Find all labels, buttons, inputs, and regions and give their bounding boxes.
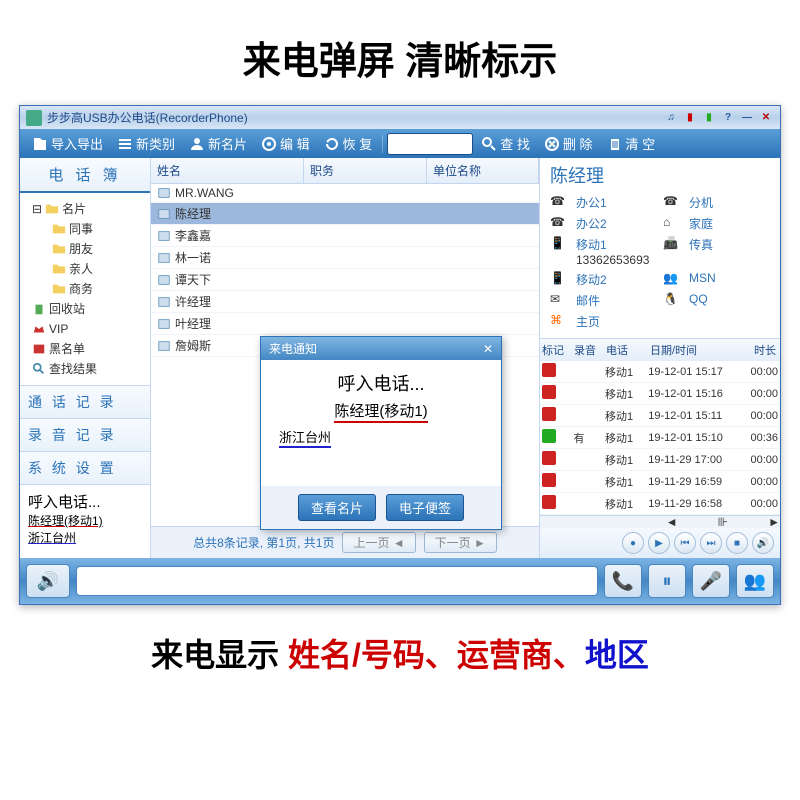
restore-button[interactable]: 恢 复 [318, 132, 379, 155]
minimize-button[interactable]: — [739, 110, 755, 126]
incoming-location: 浙江台州 [28, 529, 142, 546]
contacts-header: 姓名 职务 单位名称 [151, 158, 539, 184]
prev-page-button[interactable]: 上一页 ◄ [342, 532, 415, 553]
contact-name: 陈经理 [540, 158, 780, 192]
contact-row[interactable]: 许经理 [151, 291, 539, 313]
app-icon [26, 110, 42, 126]
log-row[interactable]: 移动119-12-01 15:1100:00 [540, 405, 780, 427]
log-scrollbar[interactable]: ◄⊪► [540, 515, 780, 528]
clear-button[interactable]: 清 空 [601, 132, 662, 155]
call-log-header: 标记 录音 电话 日期/时间 时长 [540, 339, 780, 361]
phone-icon: ☎ [663, 194, 679, 210]
tree-colleague[interactable]: 同事 [24, 219, 146, 239]
help-button[interactable]: ? [720, 110, 736, 126]
call-button[interactable]: 📞 [604, 564, 642, 598]
log-row[interactable]: 移动119-12-01 15:1600:00 [540, 383, 780, 405]
rec-log-tab[interactable]: 录 音 记 录 [20, 419, 150, 452]
popup-title: 来电通知 [269, 340, 317, 357]
mail-icon: ✉ [550, 292, 566, 308]
incoming-call-panel: 呼入电话... 陈经理(移动1) 浙江台州 [20, 485, 150, 552]
contacts-button[interactable]: 👥 [736, 564, 774, 598]
contact-details: ☎办公1 ☎分机 ☎办公2 ⌂家庭 📱移动1 13362653693 📠传真 📱… [540, 192, 780, 339]
search-input[interactable] [387, 133, 473, 155]
log-row[interactable]: 有移动119-12-01 15:1000:36 [540, 427, 780, 449]
tree-search-result[interactable]: 查找结果 [24, 359, 146, 379]
view-card-button[interactable]: 查看名片 [298, 494, 376, 521]
phone-icon: ☎ [550, 194, 566, 210]
call-log-list: 移动119-12-01 15:1700:00移动119-12-01 15:160… [540, 361, 780, 515]
home-icon: ⌂ [663, 215, 679, 231]
qq-icon: 🐧 [663, 292, 679, 308]
incoming-title: 呼入电话... [28, 491, 142, 512]
contact-row[interactable]: 陈经理 [151, 203, 539, 225]
tree-family[interactable]: 亲人 [24, 259, 146, 279]
contact-row[interactable]: MR.WANG [151, 184, 539, 203]
mobile-icon: 📱 [550, 236, 566, 252]
log-row[interactable]: 移动119-12-01 15:1700:00 [540, 361, 780, 383]
next-button[interactable]: ⏭ [700, 532, 722, 554]
indicator-icon: ▮ [682, 110, 698, 126]
phonebook-tab[interactable]: 电 话 簿 [20, 158, 150, 193]
speaker-button[interactable]: 🔊 [26, 564, 70, 598]
mic-button[interactable]: 🎤 [692, 564, 730, 598]
play-button[interactable]: ▶ [648, 532, 670, 554]
msn-icon: 👥 [663, 271, 679, 287]
popup-close-button[interactable]: ✕ [483, 342, 493, 356]
player-bar: ● ▶ ⏮ ⏭ ■ 🔊 [540, 528, 780, 558]
log-row[interactable]: 移动119-11-29 16:5900:00 [540, 471, 780, 493]
category-tree: ⊟名片 同事 朋友 亲人 商务 回收站 VIP 黑名单 查找结果 [20, 193, 150, 385]
contact-row[interactable]: 谭天下 [151, 269, 539, 291]
contact-row[interactable]: 林一诺 [151, 247, 539, 269]
incoming-name: 陈经理(移动1) [28, 512, 142, 529]
search-button[interactable]: 查 找 [475, 132, 536, 155]
tree-business[interactable]: 商务 [24, 279, 146, 299]
window-title: 步步高USB办公电话(RecorderPhone) [47, 109, 248, 126]
delete-button[interactable]: 删 除 [538, 132, 599, 155]
new-category-button[interactable]: 新类别 [111, 132, 181, 155]
next-page-button[interactable]: 下一页 ► [424, 532, 497, 553]
prev-button[interactable]: ⏮ [674, 532, 696, 554]
settings-tab[interactable]: 系 统 设 置 [20, 452, 150, 485]
new-card-button[interactable]: 新名片 [183, 132, 253, 155]
rss-icon: ⌘ [550, 313, 566, 329]
popup-caller: 陈经理(移动1) [334, 400, 427, 423]
fax-icon: 📠 [663, 236, 679, 252]
contact-row[interactable]: 李鑫嘉 [151, 225, 539, 247]
contact-row[interactable]: 叶经理 [151, 313, 539, 335]
tree-namecard[interactable]: ⊟名片 [24, 199, 146, 219]
import-export-button[interactable]: 导入导出 [26, 132, 109, 155]
indicator2-icon: ▮ [701, 110, 717, 126]
bottom-caption: 来电显示 姓名/号码、运营商、地区 [0, 630, 800, 676]
popup-line1: 呼入电话... [271, 370, 491, 396]
mobile-icon: 📱 [550, 271, 566, 287]
tree-blacklist[interactable]: 黑名单 [24, 339, 146, 359]
incoming-call-popup: 来电通知 ✕ 呼入电话... 陈经理(移动1) 浙江台州 查看名片 电子便签 [260, 336, 502, 530]
call-log-tab[interactable]: 通 话 记 录 [20, 386, 150, 419]
music-icon: ♫ [663, 110, 679, 126]
record-button[interactable]: ● [622, 532, 644, 554]
close-button[interactable]: ✕ [758, 110, 774, 126]
popup-location: 浙江台州 [279, 427, 331, 448]
phone-icon: ☎ [550, 215, 566, 231]
edit-button[interactable]: 编 辑 [255, 132, 316, 155]
volume-button[interactable]: 🔊 [752, 532, 774, 554]
stop-button[interactable]: ■ [726, 532, 748, 554]
log-row[interactable]: 移动119-11-29 17:0000:00 [540, 449, 780, 471]
tree-friend[interactable]: 朋友 [24, 239, 146, 259]
tree-recycle[interactable]: 回收站 [24, 299, 146, 319]
pagination-summary: 总共8条记录, 第1页, 共1页 [193, 534, 334, 551]
e-note-button[interactable]: 电子便签 [386, 494, 464, 521]
hold-button[interactable]: ⏸ [648, 564, 686, 598]
dial-input[interactable] [76, 566, 598, 596]
tree-vip[interactable]: VIP [24, 319, 146, 339]
log-row[interactable]: 移动119-11-29 16:5800:00 [540, 493, 780, 515]
